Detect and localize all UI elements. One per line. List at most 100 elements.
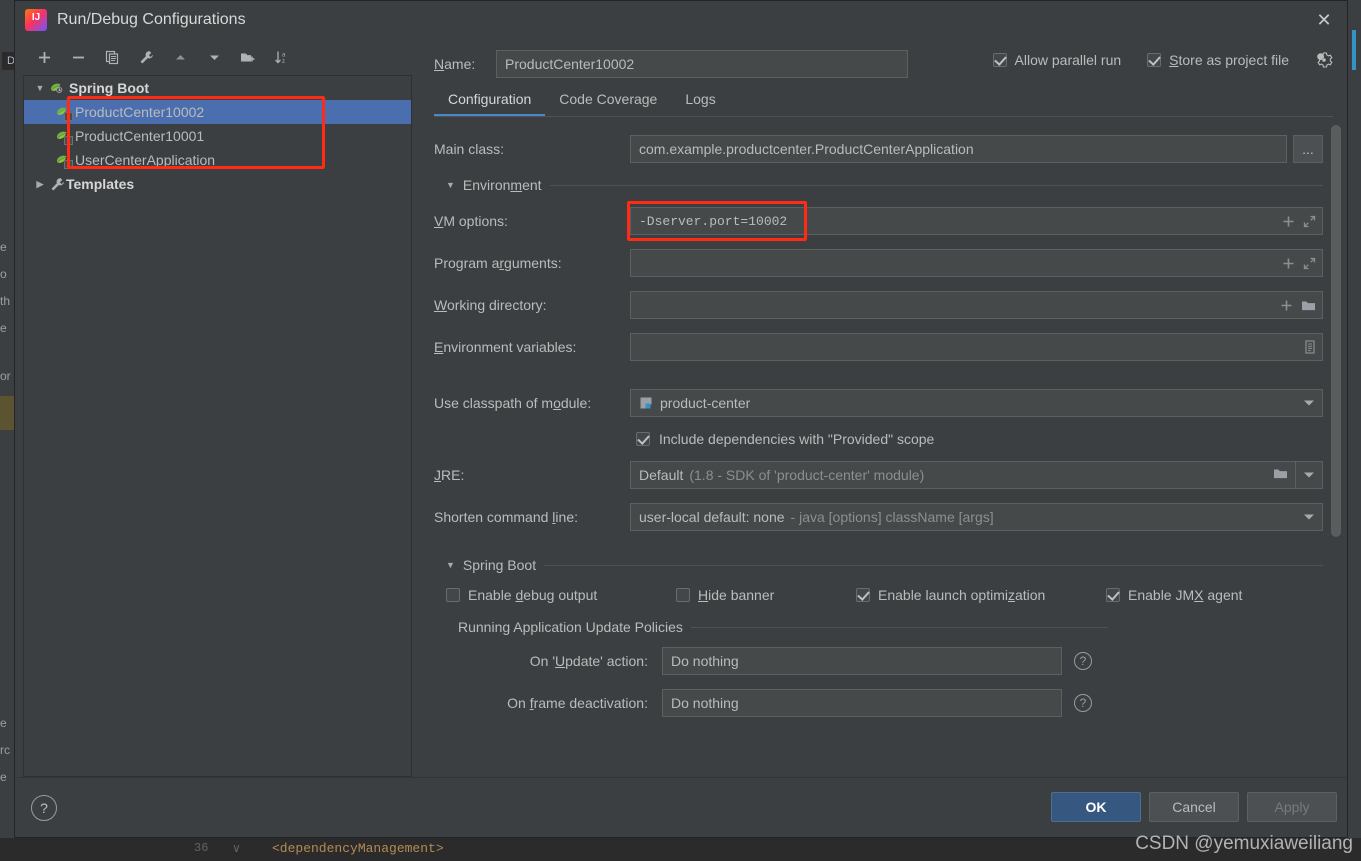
form-scrollbar[interactable] [1331,125,1341,835]
section-divider [549,184,1323,186]
main-class-value: com.example.productcenter.ProductCenterA… [639,141,974,157]
expand-icon[interactable] [1303,257,1316,270]
plus-icon[interactable] [1282,257,1295,270]
configurations-tree[interactable]: ▼ Spring Boot ProductCenter10002 Product… [23,75,412,777]
jre-value: Default [639,467,684,483]
tree-item-productcenter10002[interactable]: ProductCenter10002 [24,100,411,124]
ide-side-highlight [0,396,14,430]
run-badge-icon [64,112,73,121]
sort-alphabetical-icon[interactable]: a z [271,46,293,68]
close-icon[interactable]: ✕ [1301,1,1347,39]
configurations-toolbar: a z [23,39,412,75]
program-arguments-actions [1282,250,1316,276]
chevron-down-icon[interactable]: ▼ [32,83,48,93]
enable-launch-optimization-checkbox[interactable]: Enable launch optimization [856,587,1106,603]
folder-icon[interactable] [1273,467,1288,483]
environment-section-label: Environment [462,177,542,193]
tab-configuration[interactable]: Configuration [434,82,546,116]
use-classpath-of-module-label: Use classpath of module: [434,395,592,411]
working-directory-row: Working directory: [434,291,1323,319]
shorten-command-line-label: Shorten command line: [434,509,578,525]
on-frame-deactivation-row: On frame deactivation: Do nothing ? [458,689,1323,717]
tree-group-templates[interactable]: ▶ Templates [24,172,411,196]
remove-configuration-button[interactable] [67,46,89,68]
tree-item-label: UserCenterApplication [75,152,216,168]
hide-banner-label: Hide banner [698,587,775,603]
tab-code-coverage[interactable]: Code Coverage [545,82,671,116]
plus-icon[interactable] [1282,215,1295,228]
enable-debug-output-label: Enable debug output [468,587,598,603]
tab-logs[interactable]: Logs [671,82,729,116]
cancel-button[interactable]: Cancel [1149,792,1239,822]
help-icon[interactable]: ? [1074,652,1092,670]
enable-debug-output-checkbox[interactable]: Enable debug output [446,587,676,603]
move-up-button[interactable] [169,46,191,68]
chevron-right-icon[interactable]: ▶ [32,179,48,190]
shorten-command-line-combo[interactable]: user-local default: none - java [options… [630,503,1323,531]
vm-options-value: -Dserver.port=10002 [639,213,788,229]
dialog-footer: ? OK Cancel Apply [15,777,1347,837]
vm-options-input[interactable]: -Dserver.port=10002 [630,207,1323,235]
main-class-row: Main class: com.example.productcenter.Pr… [434,135,1323,163]
spring-boot-icon [48,80,66,96]
spring-boot-run-icon [54,128,73,145]
vm-options-label: VM options: [434,213,508,229]
folder-icon[interactable] [1301,299,1316,312]
allow-parallel-run-label: Allow parallel run [1014,52,1122,68]
allow-parallel-run-checkbox[interactable]: Allow parallel run [992,52,1122,68]
section-divider [544,564,1323,566]
on-update-action-combo[interactable]: Do nothing [662,647,1062,675]
hide-banner-checkbox[interactable]: Hide banner [676,587,856,603]
configuration-tabs: Configuration Code Coverage Logs [434,81,1333,117]
tree-item-productcenter10001[interactable]: ProductCenter10001 [24,124,411,148]
tree-group-label: Spring Boot [69,80,150,96]
store-as-project-file-checkbox[interactable]: Store as project file [1147,52,1289,68]
dialog-titlebar: Run/Debug Configurations ✕ [15,1,1347,39]
tree-group-spring-boot[interactable]: ▼ Spring Boot [24,76,411,100]
new-folder-button[interactable] [237,46,259,68]
store-as-project-file-label: Store as project file [1169,52,1289,68]
run-debug-configurations-dialog: Run/Debug Configurations ✕ [14,0,1348,838]
jre-combo[interactable]: Default (1.8 - SDK of 'product-center' m… [630,461,1323,489]
add-configuration-button[interactable] [33,46,55,68]
checkbox-box [636,432,650,446]
gear-icon[interactable] [1315,51,1333,69]
spring-boot-section-header: ▼ Spring Boot [446,557,1323,573]
ok-button[interactable]: OK [1051,792,1141,822]
section-divider [690,626,1108,628]
help-icon[interactable]: ? [31,794,57,821]
list-icon[interactable] [1304,340,1316,354]
chevron-down-icon[interactable] [1304,472,1314,478]
move-down-button[interactable] [203,46,225,68]
program-arguments-label: Program arguments: [434,255,562,271]
chevron-down-icon[interactable] [1304,514,1314,520]
name-input[interactable] [496,50,908,78]
wrench-icon [48,177,66,192]
jre-row: JRE: Default (1.8 - SDK of 'product-cent… [434,461,1323,489]
working-directory-input[interactable] [630,291,1323,319]
plus-icon[interactable] [1280,299,1293,312]
include-provided-scope-checkbox[interactable]: Include dependencies with "Provided" sco… [636,431,1323,447]
main-class-input[interactable]: com.example.productcenter.ProductCenterA… [630,135,1287,163]
use-classpath-of-module-row: Use classpath of module: product-center [434,389,1323,417]
dialog-title: Run/Debug Configurations [57,11,246,28]
chevron-down-icon[interactable]: ▼ [446,180,455,190]
chevron-down-icon[interactable]: ▼ [446,560,455,570]
tree-item-label: ProductCenter10001 [75,128,205,144]
jre-value-hint: (1.8 - SDK of 'product-center' module) [689,467,925,483]
apply-button: Apply [1247,792,1337,822]
form-scrollbar-thumb[interactable] [1331,125,1341,537]
program-arguments-input[interactable] [630,249,1323,277]
enable-jmx-agent-checkbox[interactable]: Enable JMX agent [1106,587,1242,603]
environment-variables-input[interactable] [630,333,1323,361]
main-class-browse-button[interactable]: ... [1293,135,1323,163]
expand-icon[interactable] [1303,215,1316,228]
module-icon [639,396,653,410]
chevron-down-icon[interactable] [1304,400,1314,406]
copy-configuration-button[interactable] [101,46,123,68]
help-icon[interactable]: ? [1074,694,1092,712]
edit-templates-button[interactable] [135,46,157,68]
on-frame-deactivation-combo[interactable]: Do nothing [662,689,1062,717]
tree-item-usercenterapplication[interactable]: UserCenterApplication [24,148,411,172]
use-classpath-of-module-combo[interactable]: product-center [630,389,1323,417]
